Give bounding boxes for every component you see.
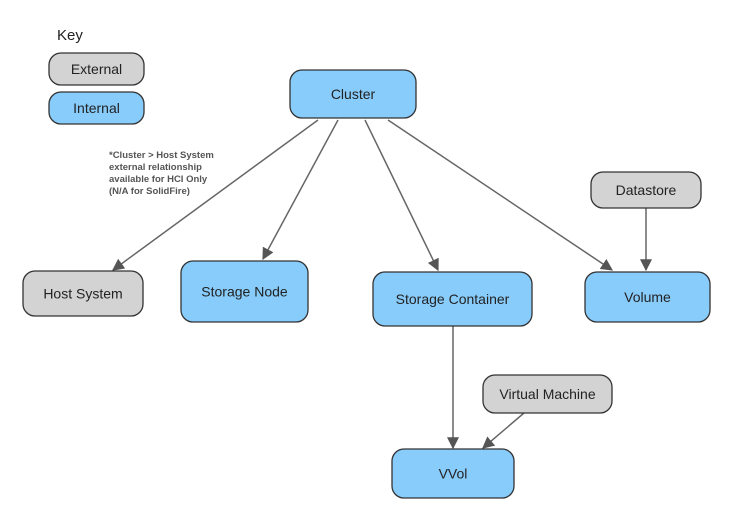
virtual-machine-label: Virtual Machine bbox=[499, 386, 595, 402]
storage-container-node: Storage Container bbox=[372, 271, 533, 327]
datastore-label: Datastore bbox=[616, 182, 677, 198]
datastore-node: Datastore bbox=[590, 171, 702, 209]
host-system-label: Host System bbox=[43, 286, 122, 302]
storage-node-label: Storage Node bbox=[201, 284, 288, 300]
storage-node-node: Storage Node bbox=[180, 260, 309, 323]
key-internal-node: Internal bbox=[48, 91, 145, 125]
cluster-node: Cluster bbox=[289, 69, 417, 119]
relationship-diagram: Cluster Host System Storage Node Storage Co… bbox=[22, 27, 711, 499]
edge-cluster-to-storage-container bbox=[364, 119, 439, 272]
key-internal-label: Internal bbox=[73, 100, 120, 116]
edge-cluster-to-volume bbox=[387, 119, 613, 271]
key-external-node: External bbox=[48, 52, 145, 86]
key: Key External Internal bbox=[48, 27, 145, 125]
edge-cluster-to-storage-node bbox=[262, 119, 339, 261]
virtual-machine-node: Virtual Machine bbox=[482, 374, 613, 414]
note-line: (N/A for SolidFire) bbox=[109, 186, 190, 197]
volume-label: Volume bbox=[624, 289, 671, 305]
edge-virtual-machine-to-vvol bbox=[482, 412, 525, 449]
key-title: Key bbox=[57, 27, 83, 44]
volume-node: Volume bbox=[584, 271, 711, 323]
storage-container-label: Storage Container bbox=[396, 291, 510, 307]
cluster-label: Cluster bbox=[331, 86, 376, 102]
hci-note: *Cluster > Host System external relation… bbox=[109, 150, 216, 197]
host-system-node: Host System bbox=[22, 270, 144, 317]
note-line: available for HCI Only bbox=[109, 174, 208, 185]
note-line: *Cluster > Host System bbox=[109, 150, 214, 161]
nodes: Cluster Host System Storage Node Storage Co… bbox=[22, 69, 711, 499]
note-line: external relationship bbox=[109, 162, 202, 173]
vvol-label: VVol bbox=[439, 466, 468, 482]
vvol-node: VVol bbox=[391, 448, 515, 499]
key-external-label: External bbox=[71, 61, 122, 77]
